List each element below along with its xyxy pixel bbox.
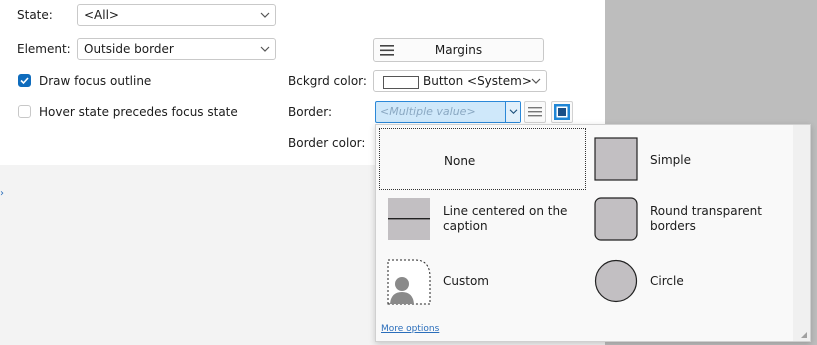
draw-focus-label: Draw focus outline (39, 74, 152, 88)
option-label: Custom (443, 274, 489, 288)
custom-border-icon (387, 259, 431, 305)
border-dropdown-button[interactable] (505, 102, 520, 122)
border-color-label: Border color: (288, 136, 366, 150)
border-option-circle[interactable]: Circle (589, 252, 789, 314)
simple-border-icon (594, 137, 638, 181)
chevron-down-icon (509, 109, 518, 115)
option-label: None (444, 154, 476, 168)
margins-button[interactable]: Margins (373, 38, 544, 62)
state-combo[interactable]: <All> (77, 4, 276, 26)
circle-border-icon (594, 259, 638, 303)
margins-label: Margins (434, 43, 483, 57)
border-combo[interactable]: <Multiple value> (375, 101, 521, 123)
option-label: Line centered on the caption (443, 204, 568, 233)
state-value: <All> (84, 8, 119, 22)
hover-state-label: Hover state precedes focus state (39, 105, 238, 119)
border-style-button[interactable] (551, 101, 573, 123)
checkmark-icon (20, 77, 29, 85)
option-label: Round transparent borders (650, 204, 762, 233)
border-option-none[interactable]: None (379, 128, 586, 190)
more-options-link[interactable]: More options (381, 324, 439, 334)
state-label: State: (17, 8, 53, 22)
option-label: Circle (650, 274, 684, 288)
chevron-down-icon (260, 12, 270, 18)
border-option-simple[interactable]: Simple (589, 128, 789, 190)
chevron-down-icon (260, 46, 270, 52)
menu-icon (380, 45, 394, 56)
border-option-custom[interactable]: Custom (379, 252, 586, 314)
color-swatch (383, 76, 419, 89)
option-label: Simple (650, 153, 691, 167)
list-icon (528, 107, 542, 117)
border-style-popup: None Simple Line centered on the caption… (375, 124, 811, 342)
border-option-line-centered[interactable]: Line centered on the caption (379, 190, 586, 252)
draw-focus-checkbox[interactable] (18, 74, 31, 87)
chevron-down-icon (531, 78, 541, 84)
popup-scrollbar[interactable] (793, 125, 810, 341)
element-value: Outside border (84, 42, 174, 56)
border-list-button[interactable] (524, 101, 546, 123)
border-style-icon (554, 104, 570, 120)
resize-grip-icon[interactable] (800, 331, 808, 339)
line-centered-border-icon (388, 198, 430, 240)
element-combo[interactable]: Outside border (77, 38, 276, 60)
hover-state-checkbox[interactable] (18, 105, 31, 118)
border-label: Border: (288, 105, 333, 119)
bckgrd-color-value: Button <System> (423, 74, 532, 88)
edge-marker-icon: › (0, 188, 4, 199)
border-option-round[interactable]: Round transparent borders (589, 190, 789, 252)
round-border-icon (594, 197, 638, 241)
bckgrd-color-label: Bckgrd color: (288, 74, 367, 88)
element-label: Element: (17, 42, 71, 56)
bckgrd-color-combo[interactable]: Button <System> (373, 70, 547, 92)
border-placeholder: <Multiple value> (380, 105, 476, 118)
